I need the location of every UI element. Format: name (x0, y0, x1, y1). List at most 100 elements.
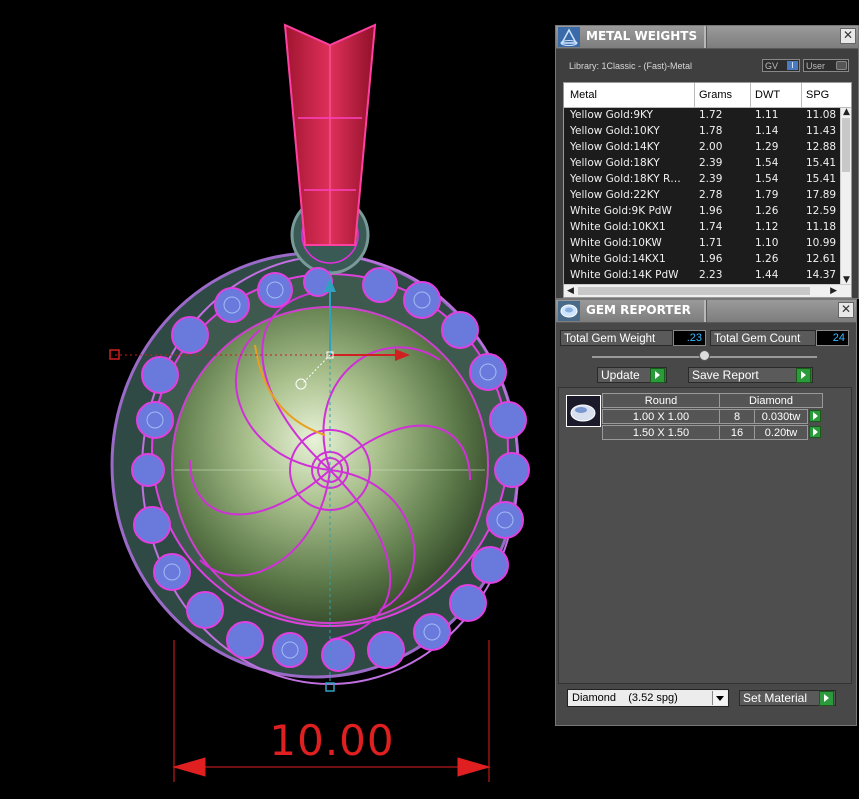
spg-value: 17.89 (806, 189, 837, 201)
gem-size-cell: 1.50 X 1.50 (602, 425, 720, 440)
scroll-up-icon[interactable]: ▲ (843, 107, 850, 117)
grams-value: 1.74 (699, 221, 723, 233)
user-toggle[interactable]: User (803, 59, 849, 72)
metal-weights-title: METAL WEIGHTS (586, 29, 698, 43)
horizontal-scroll-thumb[interactable] (578, 287, 810, 295)
chevron-down-icon[interactable] (712, 691, 727, 705)
table-row[interactable]: White Gold:10KX1 1.74 1.12 11.18 (564, 220, 840, 237)
gem-weight-cell: 0.20tw (754, 425, 808, 440)
grams-value: 1.72 (699, 109, 723, 121)
column-header-grams[interactable]: Grams (699, 89, 732, 101)
scroll-left-icon[interactable]: ◀ (567, 286, 574, 296)
metal-name: White Gold:10KX1 (570, 221, 666, 233)
spg-value: 11.08 (806, 109, 837, 121)
user-toggle-label: User (806, 61, 826, 71)
dwt-value: 1.44 (755, 269, 779, 281)
gv-toggle-indicator: I (787, 61, 798, 70)
metal-name: White Gold:10KW (570, 237, 662, 249)
save-report-button[interactable]: Save Report (688, 367, 813, 383)
metal-name: White Gold:9K PdW (570, 205, 672, 217)
gem-reporter-title: GEM REPORTER (586, 303, 691, 317)
library-label: Library: 1Classic - (Fast)-Metal (569, 61, 693, 71)
metal-weights-titlebar[interactable]: METAL WEIGHTS ✕ (556, 26, 858, 49)
gem-reporter-titlebar[interactable]: GEM REPORTER ✕ (556, 300, 856, 323)
table-row[interactable]: Yellow Gold:9KY 1.72 1.11 11.08 (564, 108, 840, 125)
dwt-value: 1.14 (755, 125, 779, 137)
update-button-label: Update (601, 368, 640, 382)
splitter-handle[interactable] (699, 350, 710, 361)
dwt-value: 1.29 (755, 141, 779, 153)
column-header-dwt[interactable]: DWT (755, 89, 780, 101)
grams-value: 1.96 (699, 253, 723, 265)
dwt-value: 1.79 (755, 189, 779, 201)
gem-weight-cell: 0.030tw (754, 409, 808, 424)
metal-name: Yellow Gold:22KY (570, 189, 660, 201)
gem-shape-header: Round (602, 393, 720, 408)
spg-value: 12.59 (806, 205, 837, 217)
metal-name: Yellow Gold:18KY (570, 157, 660, 169)
total-gem-count-value: 24 (816, 330, 849, 346)
metal-weights-icon (558, 27, 580, 47)
set-material-button[interactable]: Set Material (739, 690, 836, 706)
metal-table-vertical-scrollbar[interactable]: ▲ ▼ (840, 107, 851, 285)
spg-value: 15.41 (806, 157, 837, 169)
spg-value: 11.18 (806, 221, 837, 233)
dwt-value: 1.26 (755, 253, 779, 265)
metal-name: Yellow Gold:9KY (570, 109, 653, 121)
title-separator (704, 26, 707, 48)
table-row[interactable]: White Gold:9K PdW 1.96 1.26 12.59 (564, 204, 840, 221)
metal-name: White Gold:14K PdW (570, 269, 679, 281)
material-select[interactable]: Diamond (3.52 spg) (567, 689, 729, 707)
table-row[interactable]: Yellow Gold:18KY 2.39 1.54 15.41 (564, 156, 840, 173)
title-separator (704, 300, 707, 322)
table-row[interactable]: Yellow Gold:14KY 2.00 1.29 12.88 (564, 140, 840, 157)
metal-name: Yellow Gold:10KY (570, 125, 660, 137)
gem-reporter-close-button[interactable]: ✕ (838, 302, 854, 318)
vertical-scroll-thumb[interactable] (842, 118, 850, 172)
column-header-metal[interactable]: Metal (570, 89, 597, 101)
table-row[interactable]: White Gold:10KW 1.71 1.10 10.99 (564, 236, 840, 253)
grams-value: 2.23 (699, 269, 723, 281)
gem-material-header: Diamond (719, 393, 823, 408)
dwt-value: 1.10 (755, 237, 779, 249)
column-header-spg[interactable]: SPG (806, 89, 829, 101)
3d-viewport[interactable]: 10.00 (0, 0, 555, 799)
grams-value: 2.39 (699, 157, 723, 169)
metal-table-header: Metal Grams DWT SPG (564, 83, 851, 108)
gem-count-cell: 16 (719, 425, 755, 440)
gem-row-select-button[interactable] (809, 426, 821, 438)
metal-weights-panel: METAL WEIGHTS ✕ Library: 1Classic - (Fas… (555, 25, 859, 299)
gv-toggle[interactable]: GV I (762, 59, 800, 72)
pendant-render (109, 23, 530, 782)
user-toggle-indicator (836, 61, 847, 70)
grams-value: 2.78 (699, 189, 723, 201)
grams-value: 1.96 (699, 205, 723, 217)
set-material-button-label: Set Material (743, 691, 808, 705)
grams-value: 2.39 (699, 173, 723, 185)
material-select-value: Diamond (3.52 spg) (572, 692, 678, 704)
spg-value: 10.99 (806, 237, 837, 249)
spg-value: 12.61 (806, 253, 837, 265)
metal-name: Yellow Gold:14KY (570, 141, 660, 153)
table-row[interactable]: Yellow Gold:18KY R… 2.39 1.54 15.41 (564, 172, 840, 189)
dwt-value: 1.12 (755, 221, 779, 233)
dwt-value: 1.11 (755, 109, 779, 121)
metal-table-horizontal-scrollbar[interactable]: ◀ ▶ (564, 284, 851, 297)
grams-value: 1.71 (699, 237, 723, 249)
gv-toggle-label: GV (765, 61, 779, 71)
metal-table-body: Yellow Gold:9KY 1.72 1.11 11.08 Yellow Gold:… (564, 108, 840, 284)
gem-row-select-button[interactable] (809, 410, 821, 422)
table-row[interactable]: White Gold:14K PdW 2.23 1.44 14.37 (564, 268, 840, 284)
dwt-value: 1.26 (755, 205, 779, 217)
table-row[interactable]: Yellow Gold:22KY 2.78 1.79 17.89 (564, 188, 840, 205)
metal-weights-close-button[interactable]: ✕ (840, 28, 856, 44)
total-gem-weight-value: .23 (673, 330, 706, 346)
table-row[interactable]: Yellow Gold:10KY 1.78 1.14 11.43 (564, 124, 840, 141)
dwt-value: 1.54 (755, 157, 779, 169)
gem-reporter-icon (558, 301, 580, 321)
table-row[interactable]: White Gold:14KX1 1.96 1.26 12.61 (564, 252, 840, 269)
update-button[interactable]: Update (597, 367, 667, 383)
scroll-right-icon[interactable]: ▶ (830, 286, 837, 296)
spg-value: 12.88 (806, 141, 837, 153)
spg-value: 15.41 (806, 173, 837, 185)
